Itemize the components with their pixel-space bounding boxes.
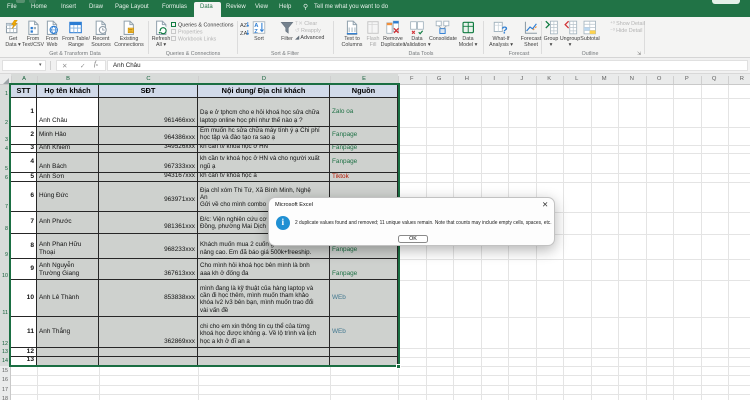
svg-text:?: ? [502,25,508,35]
svg-text:Z: Z [254,29,258,35]
